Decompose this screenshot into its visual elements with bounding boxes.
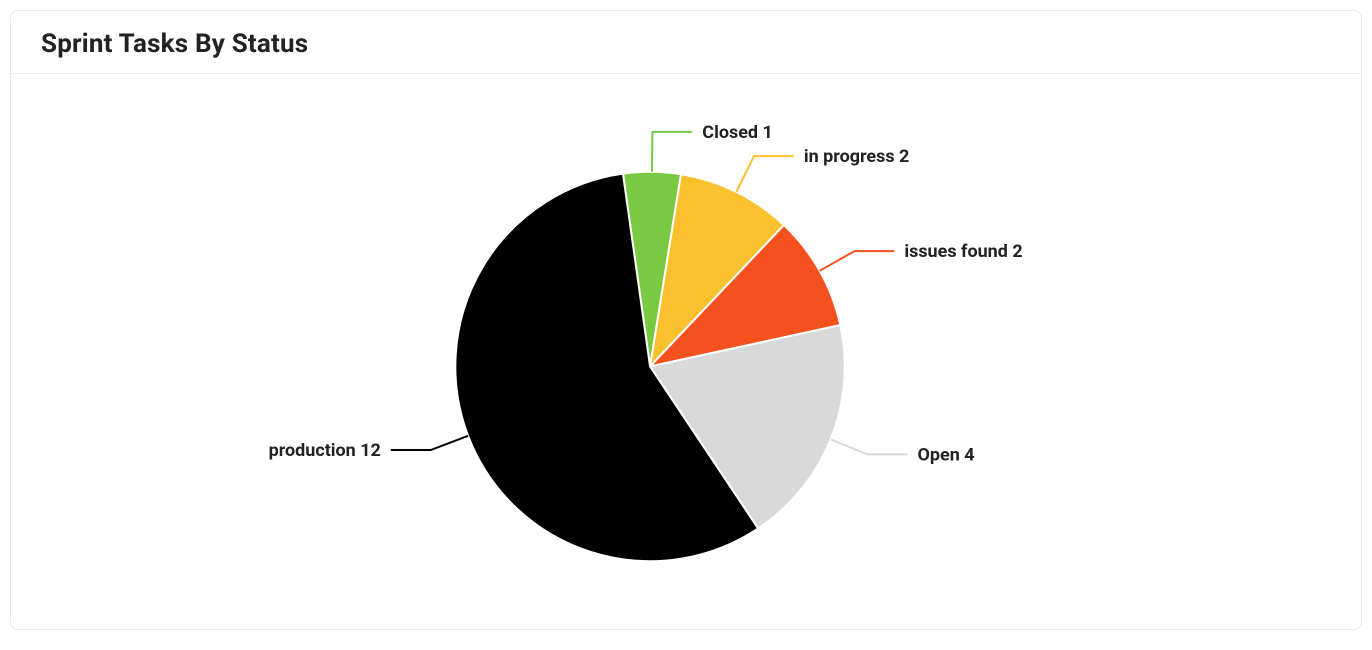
chart-area: Closed 1 in progress 2 issues found 2 Open … (11, 74, 1361, 629)
card-title: Sprint Tasks By Status (41, 29, 1331, 59)
slice-label: issues found 2 (904, 241, 1022, 262)
leader-line (831, 439, 908, 454)
slice-label: Open 4 (918, 444, 975, 465)
pie-chart: Closed 1 in progress 2 issues found 2 Open … (11, 74, 1361, 629)
sprint-tasks-card: Sprint Tasks By Status Closed 1 in progre… (10, 10, 1362, 630)
slice-label: production 12 (269, 440, 381, 461)
leader-line (652, 132, 692, 172)
leader-line (391, 436, 468, 450)
leader-line (820, 251, 895, 271)
leader-line (736, 156, 794, 192)
card-header: Sprint Tasks By Status (11, 11, 1361, 74)
slice-label: Closed 1 (702, 122, 772, 143)
slice-label: in progress 2 (804, 146, 909, 167)
